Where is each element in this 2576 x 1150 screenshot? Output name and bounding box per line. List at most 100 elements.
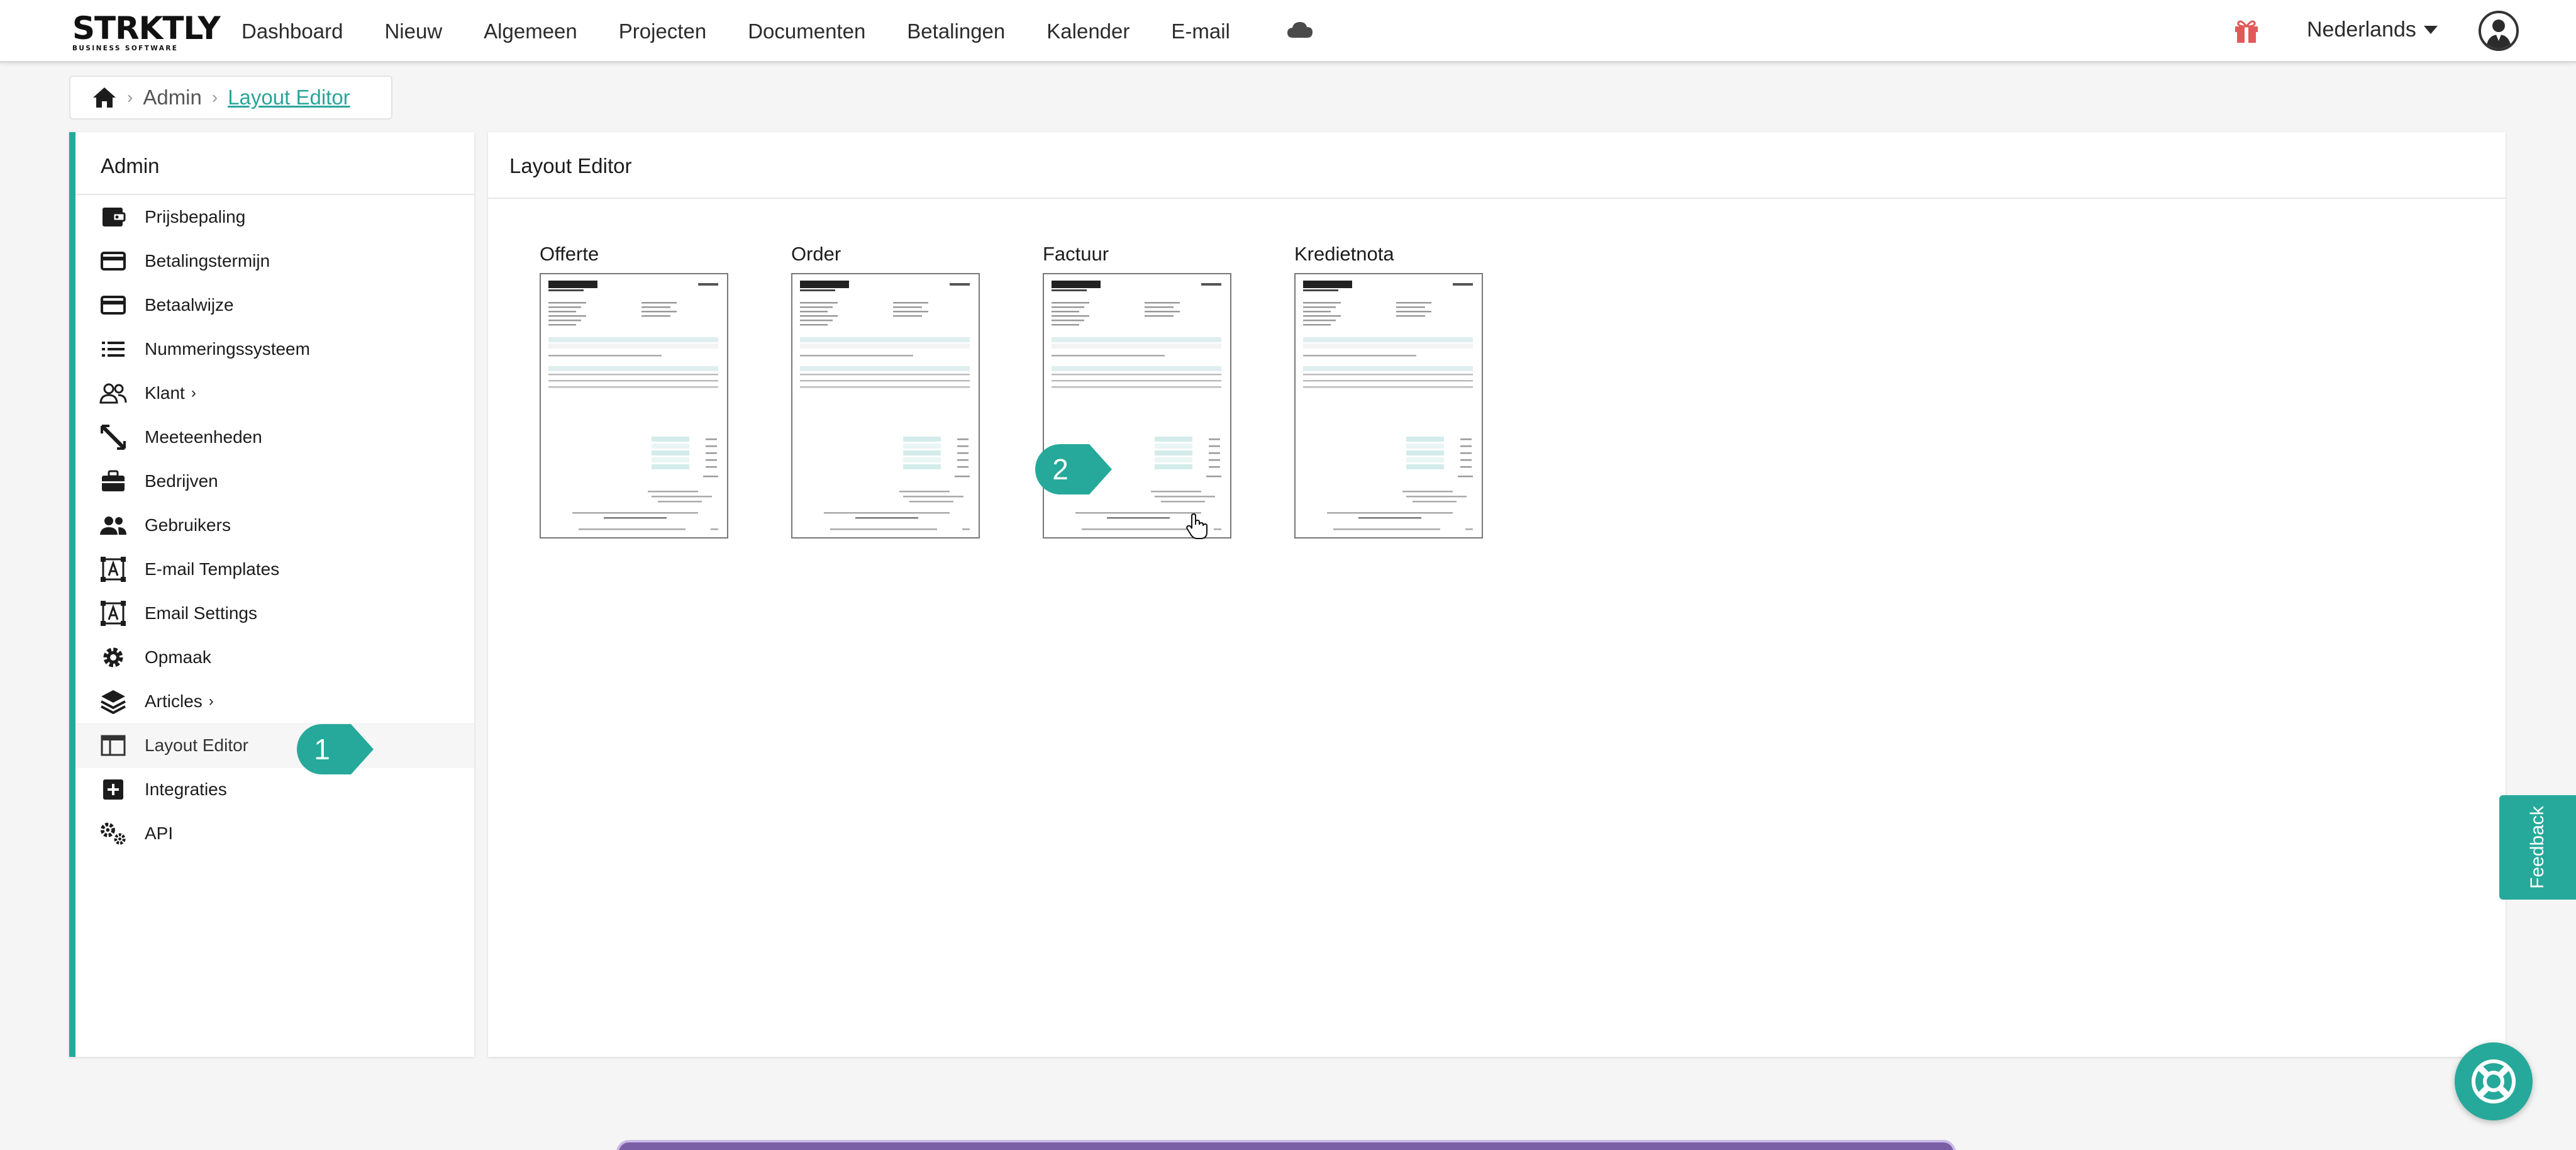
plus-square-icon (99, 776, 127, 803)
credit-card-icon (99, 247, 127, 275)
sidebar-item-api[interactable]: API (75, 812, 474, 856)
main-nav: Dashboard Nieuw Algemeen Projecten Docum… (242, 0, 1272, 63)
hand-pointer-icon (1186, 513, 1208, 539)
nav-documenten[interactable]: Documenten (748, 20, 865, 43)
sidebar-item-gebruikers[interactable]: Gebruikers (75, 503, 474, 547)
sidebar-item-email-settings[interactable]: Email Settings (75, 591, 474, 635)
template-label: Order (791, 243, 841, 265)
gear-icon (99, 644, 127, 671)
credit-card-icon (99, 291, 127, 319)
sidebar-item-label: API (145, 823, 174, 843)
sidebar-item-nummeringssysteem[interactable]: Nummeringssysteem (75, 327, 474, 371)
avatar[interactable] (2479, 11, 2519, 51)
sidebar-item-betaalwijze[interactable]: Betaalwijze (75, 283, 474, 327)
lifebuoy-icon (2472, 1059, 2516, 1103)
gears-icon (99, 820, 127, 847)
sidebar-item-label: Nummeringssysteem (145, 339, 310, 359)
feedback-tab[interactable]: Feedback (2499, 795, 2576, 900)
briefcase-icon (99, 467, 127, 495)
cloud-icon[interactable] (1286, 20, 1314, 39)
breadcrumb-current[interactable]: Layout Editor (228, 86, 350, 109)
sidebar-item-meeteenheden[interactable]: Meeteenheden (75, 415, 474, 459)
sidebar-item-integraties[interactable]: Integraties (75, 768, 474, 812)
breadcrumb: › Admin › Layout Editor (69, 75, 392, 120)
ruler-icon (99, 423, 127, 451)
language-label: Nederlands (2307, 18, 2416, 42)
sidebar-item-klant[interactable]: Klant › (75, 371, 474, 415)
wallet-icon (99, 203, 127, 231)
callout-number: 1 (314, 733, 330, 766)
nav-dashboard[interactable]: Dashboard (242, 20, 343, 43)
sidebar-item-prijsbepaling[interactable]: Prijsbepaling (75, 195, 474, 239)
sidebar-item-label: Opmaak (145, 647, 211, 667)
sidebar-item-label: Gebruikers (145, 515, 231, 535)
chevron-right-icon: › (191, 384, 196, 401)
nav-projecten[interactable]: Projecten (619, 20, 706, 43)
admin-sidebar: Admin Prijsbepaling Betalingstermijn Bet… (69, 132, 474, 1057)
language-selector[interactable]: Nederlands (2307, 18, 2438, 42)
template-thumbnail[interactable] (1294, 273, 1483, 539)
breadcrumb-admin[interactable]: Admin (143, 86, 202, 109)
gift-icon[interactable] (2233, 18, 2260, 44)
bottom-toolbar (616, 1140, 1956, 1150)
template-icon (99, 600, 127, 627)
template-thumbnail[interactable] (791, 273, 980, 539)
nav-algemeen[interactable]: Algemeen (484, 20, 577, 43)
template-icon (99, 555, 127, 583)
step-callout-2: 2 (1034, 443, 1113, 496)
caret-down-icon (2423, 26, 2438, 34)
template-kredietnota[interactable]: Kredietnota (1294, 243, 1483, 539)
top-navbar: STRKTLY BUSINESS SOFTWARE Dashboard Nieu… (0, 0, 2576, 63)
nav-betalingen[interactable]: Betalingen (907, 20, 1005, 43)
template-order[interactable]: Order (791, 243, 980, 539)
sidebar-title: Admin (75, 132, 474, 195)
page-title: Layout Editor (488, 132, 2506, 199)
template-thumbnail[interactable] (540, 273, 728, 539)
sidebar-item-betalingstermijn[interactable]: Betalingstermijn (75, 239, 474, 283)
help-button[interactable] (2455, 1042, 2533, 1120)
chevron-right-icon: › (208, 693, 214, 710)
feedback-label: Feedback (2527, 806, 2548, 889)
layers-icon (99, 688, 127, 715)
layout-icon (99, 732, 127, 759)
people-icon (99, 511, 127, 539)
sidebar-item-layout-editor[interactable]: Layout Editor (75, 723, 474, 768)
breadcrumb-separator: › (211, 87, 218, 107)
sidebar-item-label: E-mail Templates (145, 559, 280, 579)
sidebar-item-articles[interactable]: Articles › (75, 679, 474, 723)
template-label: Factuur (1043, 243, 1109, 265)
users-icon (99, 379, 127, 407)
list-icon (99, 335, 127, 363)
brand-logo[interactable]: STRKTLY BUSINESS SOFTWARE (72, 10, 221, 52)
sidebar-item-label: Klant (145, 383, 185, 403)
template-thumbnail[interactable] (1043, 273, 1231, 539)
sidebar-item-label: Articles (145, 691, 203, 711)
sidebar-menu: Prijsbepaling Betalingstermijn Betaalwij… (75, 195, 474, 856)
sidebar-item-label: Bedrijven (145, 471, 218, 491)
sidebar-item-bedrijven[interactable]: Bedrijven (75, 459, 474, 503)
sidebar-item-label: Betalingstermijn (145, 251, 270, 271)
sidebar-item-label: Layout Editor (145, 735, 248, 755)
document-preview (1303, 281, 1473, 530)
sidebar-item-label: Email Settings (145, 603, 257, 623)
nav-kalender[interactable]: Kalender (1046, 20, 1130, 43)
step-callout-1: 1 (296, 723, 375, 776)
home-icon[interactable] (92, 86, 117, 109)
layout-editor-panel: Layout Editor Offerte Order Factuur Kred… (488, 132, 2506, 1057)
sidebar-item-label: Betaalwijze (145, 295, 234, 315)
sidebar-item-label: Prijsbepaling (145, 207, 246, 226)
document-preview (548, 281, 718, 530)
user-icon (2486, 20, 2511, 48)
nav-email[interactable]: E-mail (1171, 20, 1230, 43)
document-preview (1052, 281, 1221, 530)
sidebar-item-label: Meeteenheden (145, 427, 262, 447)
sidebar-item-opmaak[interactable]: Opmaak (75, 635, 474, 679)
sidebar-item-email-templates[interactable]: E-mail Templates (75, 547, 474, 591)
template-offerte[interactable]: Offerte (540, 243, 728, 539)
nav-nieuw[interactable]: Nieuw (384, 20, 442, 43)
template-label: Kredietnota (1294, 243, 1394, 265)
template-label: Offerte (540, 243, 599, 265)
document-preview (800, 281, 970, 530)
callout-number: 2 (1052, 453, 1069, 486)
brand-name: STRKTLY (72, 10, 221, 47)
